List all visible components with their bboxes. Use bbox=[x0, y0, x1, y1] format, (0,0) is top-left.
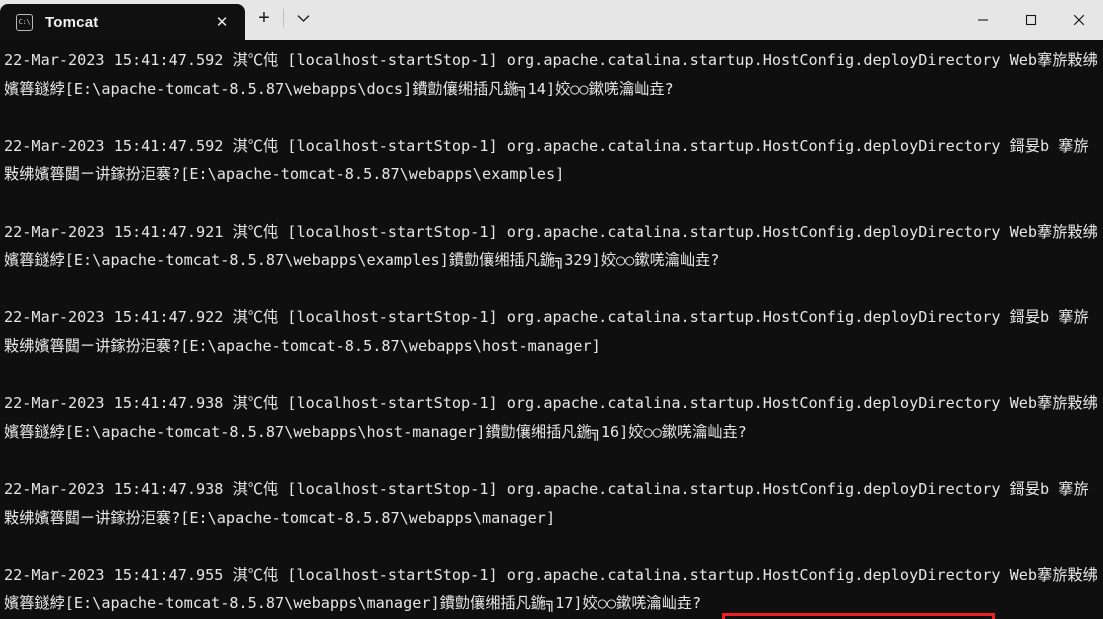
tab-title: Tomcat bbox=[45, 13, 99, 31]
terminal-log-line: 22-Mar-2023 15:41:47.592 淇℃伅 [localhost-… bbox=[4, 51, 1098, 98]
terminal-log-line: 22-Mar-2023 15:41:47.955 淇℃伅 [localhost-… bbox=[4, 565, 1098, 613]
window-controls bbox=[959, 0, 1103, 40]
terminal-log-line: 22-Mar-2023 15:41:47.938 淇℃伅 [localhost-… bbox=[4, 479, 1089, 527]
terminal-log-lines: 22-Mar-2023 15:41:47.592 淇℃伅 [localhost-… bbox=[4, 46, 1103, 619]
chevron-down-icon[interactable] bbox=[284, 2, 322, 36]
close-tab-icon[interactable]: ✕ bbox=[209, 9, 235, 35]
command-prompt-icon-label: C:\ bbox=[18, 17, 31, 26]
terminal-output-pane[interactable]: 22-Mar-2023 15:41:47.592 淇℃伅 [localhost-… bbox=[0, 40, 1103, 619]
new-tab-button[interactable]: + bbox=[245, 2, 283, 36]
terminal-log-line: 22-Mar-2023 15:41:47.592 淇℃伅 [localhost-… bbox=[4, 136, 1089, 184]
minimize-button[interactable] bbox=[959, 0, 1007, 40]
terminal-log-line: 22-Mar-2023 15:41:47.921 淇℃伅 [localhost-… bbox=[4, 222, 1098, 270]
terminal-log-line: 22-Mar-2023 15:41:47.922 淇℃伅 [localhost-… bbox=[4, 308, 1089, 355]
terminal-tab-tomcat[interactable]: C:\ Tomcat ✕ bbox=[0, 4, 245, 40]
terminal-log-line: 22-Mar-2023 15:41:47.938 淇℃伅 [localhost-… bbox=[4, 394, 1098, 441]
tab-actions: + bbox=[245, 0, 322, 40]
window-titlebar: C:\ Tomcat ✕ + bbox=[0, 0, 1103, 40]
close-window-button[interactable] bbox=[1055, 0, 1103, 40]
maximize-button[interactable] bbox=[1007, 0, 1055, 40]
tab-strip: C:\ Tomcat ✕ bbox=[0, 0, 245, 40]
command-prompt-icon: C:\ bbox=[16, 13, 33, 31]
